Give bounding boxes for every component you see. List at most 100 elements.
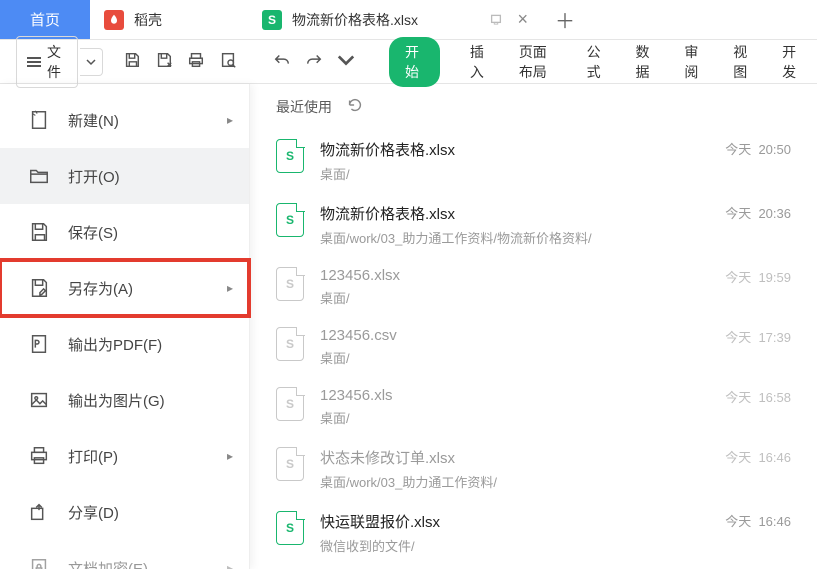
chevron-right-icon: ▸ — [227, 561, 233, 569]
app-tabs: 首页 稻壳 S 物流新价格表格.xlsx × ＋ — [0, 0, 817, 40]
recent-file-row[interactable]: S 物流新价格表格.xlsx 桌面/今天 20:50 — [272, 129, 795, 193]
file-name: 快运联盟报价.xlsx — [320, 511, 709, 532]
save-icon — [28, 221, 50, 243]
file-info: 物流新价格表格.xlsx 桌面/ — [320, 139, 709, 183]
file-time: 今天 20:36 — [725, 203, 791, 222]
file-time: 今天 16:46 — [725, 511, 791, 530]
file-path: 微信收到的文件/ — [320, 536, 709, 555]
tab-daoke[interactable]: 稻壳 — [90, 0, 250, 39]
recent-file-row[interactable]: S 123456.xls 桌面/今天 16:58 — [272, 377, 795, 437]
menu-label: 文档加密(E) — [68, 558, 148, 569]
menu-label: 输出为PDF(F) — [68, 334, 162, 355]
ribbon-insert[interactable]: 插入 — [470, 42, 489, 82]
spreadsheet-icon: S — [262, 10, 282, 30]
file-path: 桌面/work/03_助力通工作资料/ — [320, 472, 709, 491]
file-menu-button[interactable]: 文件 — [16, 36, 78, 88]
file-time: 今天 16:58 — [725, 387, 791, 406]
detach-icon[interactable] — [489, 11, 503, 28]
menu-label: 新建(N) — [68, 110, 119, 131]
chevron-right-icon: ▸ — [227, 281, 233, 295]
preview-icon[interactable] — [219, 51, 237, 72]
file-name: 123456.xls — [320, 387, 709, 404]
file-time: 今天 19:59 — [725, 267, 791, 286]
file-path: 桌面/ — [320, 408, 709, 427]
menu-print[interactable]: 打印(P) ▸ — [0, 428, 249, 484]
save-as-icon[interactable] — [155, 51, 173, 72]
tab-home-label: 首页 — [30, 9, 60, 30]
menu-label: 打印(P) — [68, 446, 118, 467]
file-menu-panel: 新建(N) ▸ 打开(O) 保存(S) 另存为(A) ▸ 输出为PDF(F) 输… — [0, 84, 250, 569]
file-menu-dropdown[interactable] — [80, 48, 103, 76]
toolbar: 文件 开始 插入 页面布局 公式 数据 审阅 视图 开发 — [0, 40, 817, 84]
daoke-icon — [104, 10, 124, 30]
file-name: 123456.xlsx — [320, 267, 709, 284]
ribbon-layout[interactable]: 页面布局 — [519, 42, 557, 82]
print-icon — [28, 445, 50, 467]
file-path: 桌面/ — [320, 164, 709, 183]
spreadsheet-file-icon: S — [276, 327, 304, 361]
file-info: 123456.xlsx桌面/ — [320, 267, 709, 307]
recent-header-label: 最近使用 — [276, 97, 332, 117]
ribbon: 开始 插入 页面布局 公式 数据 审阅 视图 开发 — [389, 37, 801, 87]
ribbon-view[interactable]: 视图 — [733, 42, 752, 82]
menu-encrypt[interactable]: 文档加密(E) ▸ — [0, 540, 249, 569]
spreadsheet-file-icon: S — [276, 139, 304, 173]
redo-icon[interactable] — [305, 51, 323, 72]
redo-dropdown[interactable] — [337, 51, 355, 72]
chevron-down-icon — [86, 57, 96, 67]
recent-file-row[interactable]: S123456.xlsx桌面/今天 19:59 — [272, 257, 795, 317]
spreadsheet-file-icon: S — [276, 447, 304, 481]
undo-icon[interactable] — [273, 51, 291, 72]
file-time: 今天 17:39 — [725, 327, 791, 346]
ribbon-dev[interactable]: 开发 — [782, 42, 801, 82]
save-as-icon — [28, 277, 50, 299]
spreadsheet-file-icon: S — [276, 511, 304, 545]
ribbon-data[interactable]: 数据 — [635, 42, 654, 82]
menu-save[interactable]: 保存(S) — [0, 204, 249, 260]
menu-share[interactable]: 分享(D) — [0, 484, 249, 540]
tab-home[interactable]: 首页 — [0, 0, 90, 39]
new-tab-button[interactable]: ＋ — [540, 0, 590, 39]
ribbon-formula[interactable]: 公式 — [587, 42, 606, 82]
refresh-icon[interactable] — [346, 96, 364, 117]
file-info: 快运联盟报价.xlsx 微信收到的文件/ — [320, 511, 709, 555]
recent-file-row[interactable]: S 123456.csv 桌面/今天 17:39 — [272, 317, 795, 377]
menu-label: 打开(O) — [68, 166, 120, 187]
file-info: 物流新价格表格.xlsx桌面/work/03_助力通工作资料/物流新价格资料/ — [320, 203, 709, 247]
file-name: 物流新价格表格.xlsx — [320, 139, 709, 160]
file-info: 123456.xls 桌面/ — [320, 387, 709, 427]
file-name: 123456.csv — [320, 327, 709, 344]
pdf-icon — [28, 333, 50, 355]
file-time: 今天 16:46 — [725, 447, 791, 466]
tab-document[interactable]: S 物流新价格表格.xlsx × — [250, 0, 540, 39]
file-info: 状态未修改订单.xlsx 桌面/work/03_助力通工作资料/ — [320, 447, 709, 491]
file-path: 桌面/ — [320, 348, 709, 367]
tab-daoke-label: 稻壳 — [134, 10, 162, 30]
print-icon[interactable] — [187, 51, 205, 72]
recent-panel: 最近使用 S 物流新价格表格.xlsx 桌面/今天 20:50 S 物流新价格表格.xl… — [250, 84, 817, 569]
close-icon[interactable]: × — [517, 9, 528, 30]
tab-document-label: 物流新价格表格.xlsx — [292, 10, 418, 30]
ribbon-start[interactable]: 开始 — [389, 37, 440, 87]
menu-export-pdf[interactable]: 输出为PDF(F) — [0, 316, 249, 372]
save-icon[interactable] — [123, 51, 141, 72]
spreadsheet-file-icon: S — [276, 203, 304, 237]
file-time: 今天 20:50 — [725, 139, 791, 158]
menu-open[interactable]: 打开(O) — [0, 148, 249, 204]
menu-new[interactable]: 新建(N) ▸ — [0, 92, 249, 148]
menu-save-as[interactable]: 另存为(A) ▸ — [0, 260, 249, 316]
new-icon — [28, 109, 50, 131]
recent-file-row[interactable]: S 物流新价格表格.xlsx桌面/work/03_助力通工作资料/物流新价格资料/… — [272, 193, 795, 257]
recent-file-row[interactable]: S 快运联盟报价.xlsx 微信收到的文件/今天 16:46 — [272, 501, 795, 565]
menu-export-image[interactable]: 输出为图片(G) — [0, 372, 249, 428]
plus-icon: ＋ — [553, 8, 577, 32]
chevron-right-icon: ▸ — [227, 113, 233, 127]
hamburger-icon — [27, 57, 41, 67]
file-name: 状态未修改订单.xlsx — [320, 447, 709, 468]
lock-icon — [28, 557, 50, 569]
spreadsheet-file-icon: S — [276, 387, 304, 421]
menu-label: 保存(S) — [68, 222, 118, 243]
recent-file-row[interactable]: S 状态未修改订单.xlsx 桌面/work/03_助力通工作资料/今天 16:46 — [272, 437, 795, 501]
share-icon — [28, 501, 50, 523]
ribbon-review[interactable]: 审阅 — [684, 42, 703, 82]
